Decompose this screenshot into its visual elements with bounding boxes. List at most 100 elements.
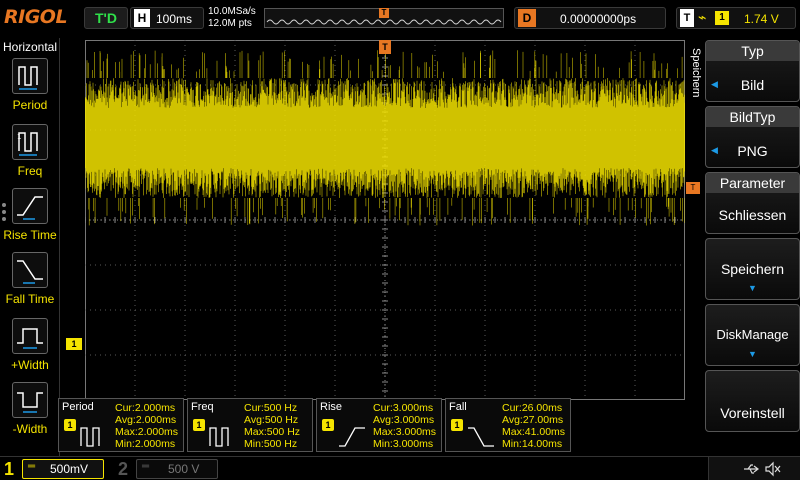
measurement-values: Cur:3.000ms Avg:3.000ms Max:3.000ms Min:… [373, 402, 436, 450]
measurement-current: Cur:500 Hz [244, 402, 298, 414]
measurement-channel-badge: 1 [322, 419, 334, 431]
dc-coupling-icon: ═ [142, 461, 150, 472]
horizontal-measure-menu: Horizontal Period 1 Freq Rise Time Fall … [0, 38, 60, 460]
measurement-maximum: Max:3.000ms [373, 426, 437, 438]
measurement-current: Cur:2.000ms [115, 402, 176, 414]
measurement-channel-badge: 1 [64, 419, 76, 431]
softkey-image-type-title: BildTyp [706, 107, 799, 127]
period-icon [12, 58, 48, 94]
timebase-value: 100ms [156, 12, 193, 26]
measurement-name: Fall [449, 401, 467, 413]
softkey-save-label: Speichern [720, 261, 785, 277]
softkey-type[interactable]: Typ ◀ Bild [705, 40, 800, 102]
measure-rise-time-label: Rise Time [3, 228, 57, 242]
softkey-save[interactable]: Speichern ▼ [705, 238, 800, 300]
delay-value: 0.00000000ps [560, 12, 637, 26]
measure-frequency-label: Freq [17, 164, 43, 178]
measurement-name: Period [62, 401, 94, 413]
rise-time-icon [12, 188, 48, 224]
measure-rise-time-button[interactable]: Rise Time [0, 188, 60, 250]
softkey-default-settings[interactable]: Voreinstell [705, 370, 800, 432]
trigger-level-marker[interactable]: T [686, 182, 700, 194]
positive-width-icon [12, 318, 48, 354]
usb-icon [744, 464, 759, 474]
measurement-average: Avg:3.000ms [373, 414, 435, 426]
softkey-type-value: Bild [740, 77, 765, 93]
measurement-current: Cur:3.000ms [373, 402, 434, 414]
measurement-name: Freq [191, 401, 214, 413]
softkey-type-title: Typ [706, 41, 799, 61]
sample-rate: 10.0MSa/s [208, 6, 256, 17]
svg-text:1: 1 [17, 133, 21, 141]
softkey-parameter[interactable]: Parameter Schliessen [705, 172, 800, 234]
top-status-bar: RIGOL T'D H 100ms 10.0MSa/s 12.0M pts T … [0, 0, 800, 38]
trigger-position-marker[interactable]: T [379, 40, 391, 54]
rigol-logo: RIGOL [4, 6, 68, 28]
softkey-image-type[interactable]: BildTyp ◀ PNG [705, 106, 800, 168]
measure-positive-width-label: +Width [11, 358, 49, 372]
measure-frequency-button[interactable]: 1 Freq [0, 124, 60, 186]
measurement-minimum: Min:14.00ms [502, 438, 563, 450]
memory-trigger-marker: T [379, 8, 389, 18]
measure-negative-width-label: -Width [12, 422, 48, 436]
measure-period-label: Period [12, 98, 48, 112]
softkey-parameter-value: Schliessen [718, 207, 787, 223]
measure-fall-time-label: Fall Time [5, 292, 55, 306]
measurement-average: Avg:27.00ms [502, 414, 564, 426]
measurement-channel-badge: 1 [451, 419, 463, 431]
measure-negative-width-button[interactable]: -Width [0, 382, 60, 444]
measurement-channel-badge: 1 [193, 419, 205, 431]
save-softkey-menu: Typ ◀ Bild BildTyp ◀ PNG Parameter Schli… [705, 38, 800, 460]
measure-positive-width-button[interactable]: +Width [0, 318, 60, 380]
negative-width-icon [12, 382, 48, 418]
measurement-name: Rise [320, 401, 343, 413]
menu-side-label: Speichern [690, 48, 702, 98]
frequency-icon: 1 [12, 124, 48, 160]
measurement-frequency[interactable]: Freq 1 Cur:500 Hz Avg:500 Hz Max:500 Hz … [187, 398, 313, 452]
channel1-number[interactable]: 1 [4, 459, 20, 479]
fall-time-icon [468, 427, 494, 447]
measurement-maximum: Max:41.00ms [502, 426, 566, 438]
period-icon [80, 427, 100, 447]
softkey-image-type-value: PNG [737, 143, 768, 159]
memory-depth: 12.0M pts [208, 18, 252, 29]
measurement-results-strip: Period 1 Cur:2.000ms Avg:2.000ms Max:2.0… [58, 398, 578, 454]
softkey-parameter-title: Parameter [706, 173, 799, 193]
speaker-muted-icon[interactable] [764, 461, 782, 477]
submenu-down-arrow-icon: ▼ [748, 283, 757, 293]
measurement-average: Avg:500 Hz [244, 414, 299, 426]
graticule [85, 40, 685, 400]
dc-coupling-icon: ═ [28, 461, 36, 472]
measurement-period[interactable]: Period 1 Cur:2.000ms Avg:2.000ms Max:2.0… [58, 398, 184, 452]
measurement-fall[interactable]: Fall 1 Cur:26.00ms Avg:27.00ms Max:41.00… [445, 398, 571, 452]
measurement-rise[interactable]: Rise 1 Cur:3.000ms Avg:3.000ms Max:3.000… [316, 398, 442, 452]
menu-title: Horizontal [2, 40, 58, 54]
trigger-status-indicator: T'D [84, 7, 128, 29]
measure-period-button[interactable]: Period [0, 58, 60, 120]
channel1-offset-marker[interactable]: 1 [66, 338, 82, 350]
channel2-scale: 500 V [168, 462, 200, 476]
acquisition-info: 10.0MSa/s 12.0M pts [208, 6, 256, 30]
trigger-badge: T [680, 9, 694, 27]
delay-badge: D [518, 9, 536, 27]
horizontal-badge: H [134, 9, 150, 27]
softkey-disk-manage-label: DiskManage [716, 327, 789, 342]
submenu-down-arrow-icon: ▼ [748, 349, 757, 359]
softkey-default-settings-label: Voreinstell [720, 405, 785, 421]
measurement-maximum: Max:2.000ms [115, 426, 179, 438]
measure-fall-time-button[interactable]: Fall Time [0, 252, 60, 314]
channel-status-bar: 1 ═ 500mV 2 ═ 500 V [0, 456, 800, 480]
waveform-display[interactable] [85, 40, 685, 400]
frequency-icon [209, 427, 229, 447]
measurement-values: Cur:2.000ms Avg:2.000ms Max:2.000ms Min:… [115, 402, 178, 450]
channel2-number[interactable]: 2 [118, 459, 128, 480]
channel1-scale: 500mV [50, 462, 89, 476]
measurement-maximum: Max:500 Hz [244, 426, 301, 438]
measurement-average: Avg:2.000ms [115, 414, 177, 426]
measurement-values: Cur:500 Hz Avg:500 Hz Max:500 Hz Min:500… [244, 402, 300, 450]
trigger-level-value: 1.74 V [744, 12, 779, 26]
trigger-source-channel: 1 [715, 11, 729, 25]
softkey-disk-manage[interactable]: DiskManage ▼ [705, 304, 800, 366]
measurement-minimum: Min:3.000ms [373, 438, 434, 450]
fall-time-icon [12, 252, 48, 288]
